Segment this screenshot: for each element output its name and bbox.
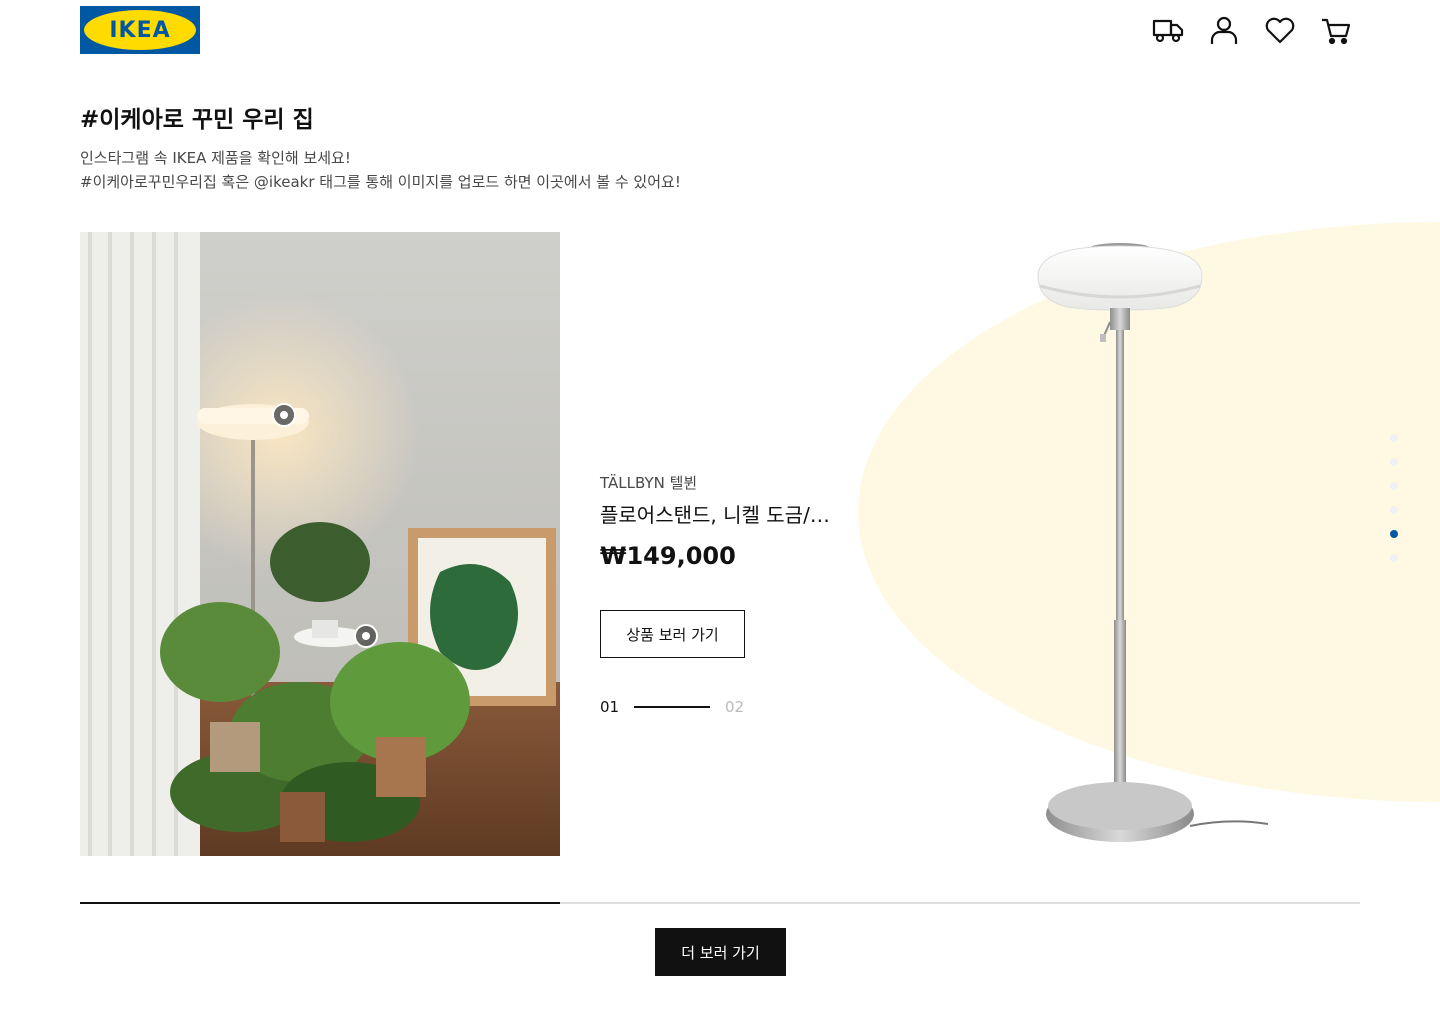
table-hotspot[interactable]: [354, 624, 378, 648]
description-line-2: #이케아로꾸민우리집 혹은 @ikeakr 태그를 통해 이미지를 업로드 하면…: [80, 173, 681, 191]
slide-dot[interactable]: [1390, 506, 1398, 514]
pager-line: [634, 706, 710, 708]
instagram-photo[interactable]: [80, 232, 560, 856]
section-description: 인스타그램 속 IKEA 제품을 확인해 보세요! #이케아로꾸민우리집 혹은 …: [80, 146, 681, 194]
section-title: #이케아로 꾸민 우리 집: [80, 107, 314, 133]
cart-icon[interactable]: [1318, 12, 1354, 48]
pager-current: 01: [600, 698, 620, 716]
heart-icon[interactable]: [1262, 12, 1298, 48]
hotspot-dot: [362, 632, 370, 640]
lamp-illustration: [1037, 243, 1269, 842]
slide-dot[interactable]: [1390, 458, 1398, 466]
ikea-logo[interactable]: IKEA: [80, 6, 200, 54]
product-price: ₩149,000: [600, 542, 736, 570]
view-product-button[interactable]: 상품 보러 가기: [600, 610, 745, 658]
pager-next[interactable]: 02: [725, 698, 744, 716]
hotspot-dot: [280, 411, 288, 419]
progress-fill: [80, 902, 560, 904]
header-icons: [1150, 12, 1354, 48]
product-name: TÄLLBYN 텔뷘: [600, 474, 698, 492]
user-icon[interactable]: [1206, 12, 1242, 48]
logo-text: IKEA: [109, 17, 171, 43]
description-line-1: 인스타그램 속 IKEA 제품을 확인해 보세요!: [80, 149, 351, 167]
product-info: TÄLLBYN 텔뷘 플로어스탠드, 니켈 도금/오팔 화이트 유리 ₩149,…: [600, 472, 860, 570]
vertical-pagination: [1390, 434, 1398, 562]
room-illustration: [80, 232, 560, 856]
slide-dot[interactable]: [1390, 530, 1398, 538]
floor-lamp-image: [1020, 236, 1280, 856]
product-description: 플로어스탠드, 니켈 도금/오팔 화이트 유리: [600, 503, 840, 527]
lamp-hotspot[interactable]: [272, 403, 296, 427]
delivery-truck-icon[interactable]: [1150, 12, 1186, 48]
product-pager: 01 02: [600, 698, 744, 716]
logo-oval: IKEA: [84, 10, 196, 50]
see-more-button[interactable]: 더 보러 가기: [655, 928, 786, 976]
slide-dot[interactable]: [1390, 482, 1398, 490]
slide-dot[interactable]: [1390, 434, 1398, 442]
slide-dot[interactable]: [1390, 554, 1398, 562]
